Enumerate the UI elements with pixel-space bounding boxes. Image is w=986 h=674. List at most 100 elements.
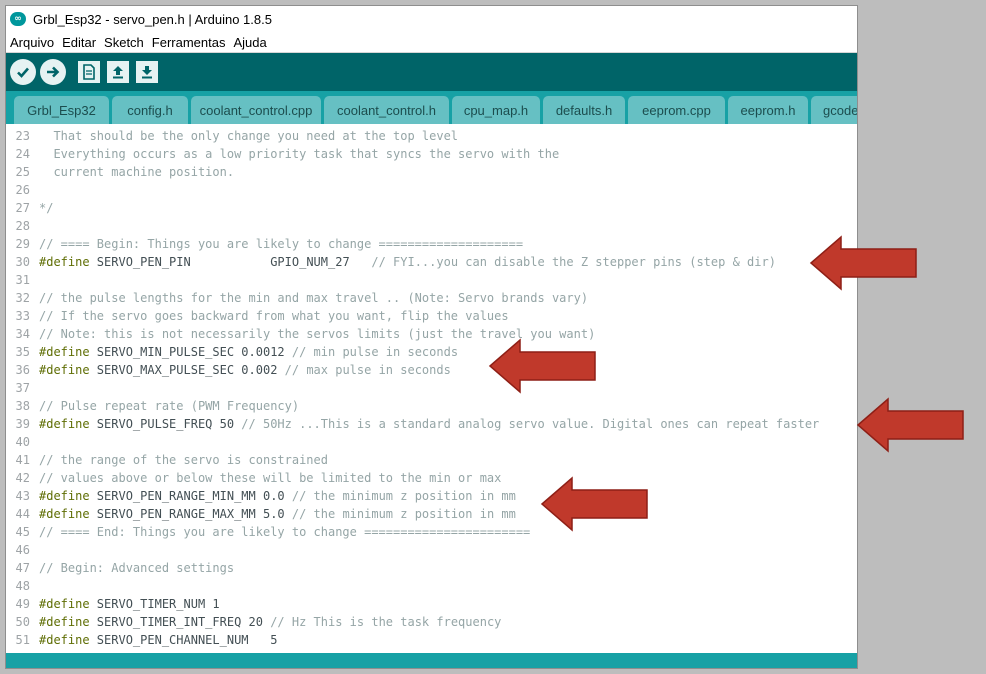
code-line: 28 — [6, 217, 39, 235]
status-bar — [6, 653, 857, 668]
save-button[interactable] — [136, 61, 158, 83]
line-number: 44 — [15, 507, 30, 521]
line-number: 26 — [15, 183, 30, 197]
line-number: 50 — [15, 615, 30, 629]
code-comment: // min pulse in seconds — [291, 345, 459, 359]
code-comment: // If the servo goes backward from what … — [39, 309, 509, 323]
code-line: 49 #define SERVO_TIMER_NUM 1 — [6, 595, 220, 613]
line-number: 42 — [15, 471, 30, 485]
line-number: 28 — [15, 219, 30, 233]
code-line: 27 */ — [6, 199, 54, 217]
tab-coolant-control-h[interactable]: coolant_control.h — [324, 96, 449, 125]
code-line: 46 — [6, 541, 39, 559]
preprocessor-keyword: #define — [39, 417, 90, 431]
line-number: 27 — [15, 201, 30, 215]
tab-coolant-control-cpp[interactable]: coolant_control.cpp — [191, 96, 321, 125]
preprocessor-keyword: #define — [39, 507, 90, 521]
code-line: 30 #define SERVO_PEN_PIN GPIO_NUM_27 // F… — [6, 253, 776, 271]
code-line: 43 #define SERVO_PEN_RANGE_MIN_MM 0.0 // … — [6, 487, 516, 505]
code-comment: // the range of the servo is constrained — [39, 453, 328, 467]
red-arrow-annotation-pin — [809, 235, 917, 291]
menu-ajuda[interactable]: Ajuda — [230, 35, 271, 50]
tab-cpu-map-h[interactable]: cpu_map.h — [452, 96, 540, 125]
code-text: SERVO_PEN_RANGE_MIN_MM 0.0 — [89, 489, 292, 503]
menu-editar[interactable]: Editar — [58, 35, 100, 50]
up-arrow-icon — [113, 66, 123, 79]
code-comment: // 50Hz ...This is a standard analog ser… — [241, 417, 820, 431]
file-tab-bar: Grbl_Esp32 config.h coolant_control.cpp … — [6, 91, 857, 125]
window-title: Grbl_Esp32 - servo_pen.h | Arduino 1.8.5 — [33, 11, 272, 27]
menu-bar: Arquivo Editar Sketch Ferramentas Ajuda — [6, 32, 857, 53]
open-button[interactable] — [107, 61, 129, 83]
line-number: 35 — [15, 345, 30, 359]
menu-sketch[interactable]: Sketch — [100, 35, 148, 50]
tab-eeprom-cpp[interactable]: eeprom.cpp — [628, 96, 725, 125]
code-line: 23 That should be the only change you ne… — [6, 127, 458, 145]
tab-defaults-h[interactable]: defaults.h — [543, 96, 625, 125]
right-arrow-icon — [47, 66, 60, 78]
tab-grbl-esp32[interactable]: Grbl_Esp32 — [14, 96, 109, 125]
line-number: 29 — [15, 237, 30, 251]
code-line: 35 #define SERVO_MIN_PULSE_SEC 0.0012 // … — [6, 343, 459, 361]
code-line: 37 — [6, 379, 39, 397]
menu-arquivo[interactable]: Arquivo — [6, 35, 58, 50]
code-line: 24 Everything occurs as a low priority t… — [6, 145, 560, 163]
code-text: SERVO_PEN_CHANNEL_NUM 5 — [89, 633, 278, 647]
upload-button[interactable] — [40, 59, 66, 85]
tab-config-h[interactable]: config.h — [112, 96, 188, 125]
red-arrow-annotation-freq — [856, 397, 964, 453]
line-number: 24 — [15, 147, 30, 161]
code-text: SERVO_PEN_RANGE_MAX_MM 5.0 — [89, 507, 292, 521]
line-number: 41 — [15, 453, 30, 467]
code-line: 36 #define SERVO_MAX_PULSE_SEC 0.002 // m… — [6, 361, 451, 379]
arduino-ide-window: ∞ Grbl_Esp32 - servo_pen.h | Arduino 1.8… — [6, 6, 857, 668]
preprocessor-keyword: #define — [39, 255, 90, 269]
line-number: 25 — [15, 165, 30, 179]
down-arrow-icon — [142, 66, 152, 79]
preprocessor-keyword: #define — [39, 345, 90, 359]
code-line: 33 // If the servo goes backward from wha… — [6, 307, 509, 325]
line-number: 36 — [15, 363, 30, 377]
code-line: 40 — [6, 433, 39, 451]
code-comment: That should be the only change you need … — [39, 129, 459, 143]
code-text: SERVO_PEN_PIN GPIO_NUM_27 — [89, 255, 372, 269]
code-text: SERVO_TIMER_NUM 1 — [89, 597, 220, 611]
code-text: SERVO_PULSE_FREQ 50 — [89, 417, 242, 431]
code-line: 44 #define SERVO_PEN_RANGE_MAX_MM 5.0 // … — [6, 505, 516, 523]
code-line: 26 — [6, 181, 39, 199]
code-text: SERVO_MAX_PULSE_SEC 0.002 — [89, 363, 285, 377]
new-button[interactable] — [78, 61, 100, 83]
code-comment: // Pulse repeat rate (PWM Frequency) — [39, 399, 300, 413]
code-line: 29 // ==== Begin: Things you are likely t… — [6, 235, 524, 253]
tab-eeprom-h[interactable]: eeprom.h — [728, 96, 808, 125]
code-comment: // ==== Begin: Things you are likely to … — [39, 237, 524, 251]
line-number: 39 — [15, 417, 30, 431]
code-line: 32 // the pulse lengths for the min and m… — [6, 289, 589, 307]
line-number: 45 — [15, 525, 30, 539]
code-comment: // the minimum z position in mm — [291, 507, 516, 521]
code-comment: // Hz This is the task frequency — [270, 615, 502, 629]
line-number: 23 — [15, 129, 30, 143]
code-editor[interactable]: 23 That should be the only change you ne… — [6, 124, 857, 653]
tab-gcode[interactable]: gcode — [811, 96, 857, 125]
preprocessor-keyword: #define — [39, 489, 90, 503]
line-number: 49 — [15, 597, 30, 611]
code-comment: // FYI...you can disable the Z stepper p… — [371, 255, 776, 269]
code-comment: current machine position. — [39, 165, 235, 179]
code-line: 45 // ==== End: Things you are likely to … — [6, 523, 531, 541]
line-number: 48 — [15, 579, 30, 593]
verify-button[interactable] — [10, 59, 36, 85]
red-arrow-annotation-pulse — [488, 338, 596, 394]
checkmark-icon — [17, 67, 29, 78]
code-comment: // Begin: Advanced settings — [39, 561, 235, 575]
code-line: 39 #define SERVO_PULSE_FREQ 50 // 50Hz ..… — [6, 415, 820, 433]
menu-ferramentas[interactable]: Ferramentas — [148, 35, 230, 50]
preprocessor-keyword: #define — [39, 615, 90, 629]
code-text: SERVO_MIN_PULSE_SEC 0.0012 — [89, 345, 292, 359]
code-comment: // the minimum z position in mm — [291, 489, 516, 503]
line-number: 38 — [15, 399, 30, 413]
code-text: SERVO_TIMER_INT_FREQ 20 — [89, 615, 271, 629]
line-number: 33 — [15, 309, 30, 323]
line-number: 37 — [15, 381, 30, 395]
line-number: 43 — [15, 489, 30, 503]
